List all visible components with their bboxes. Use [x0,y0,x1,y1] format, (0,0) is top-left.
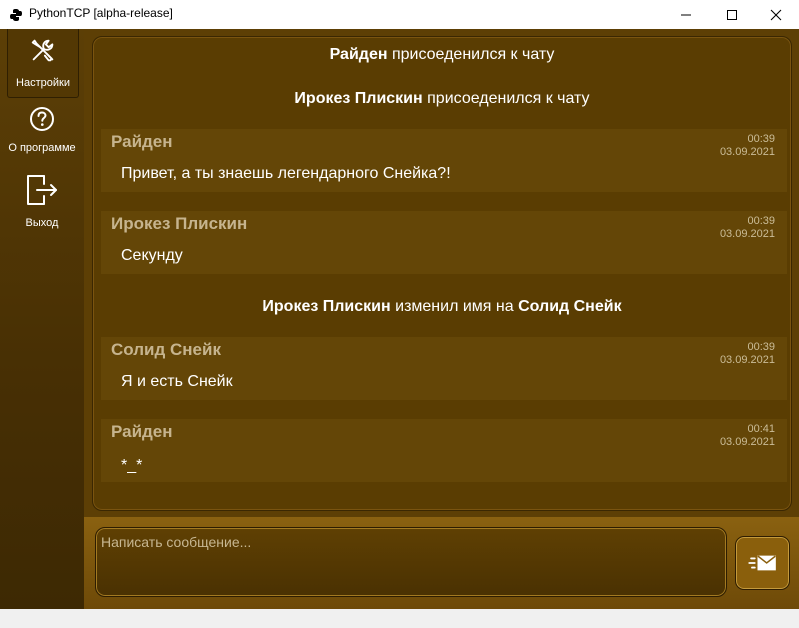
message-time: 00:39 [747,215,775,227]
sidebar-item-label: Настройки [16,77,70,89]
maximize-button[interactable] [709,0,755,29]
message-author: Солид Снейк [111,340,221,359]
message-text: *_* [121,457,143,474]
chat-message: Райден 00:41 03.09.2021 *_* [101,419,787,482]
message-text: Секунду [121,247,183,264]
message-date: 03.09.2021 [719,228,775,240]
sidebar-item-settings[interactable]: Настройки [7,29,79,98]
system-message: Ирокез Плискин изменил имя на Солид Сней… [93,298,791,316]
message-time: 00:39 [747,341,775,353]
message-author: Ирокез Плискин [111,214,248,233]
system-text: присоеденился к чату [427,90,590,107]
message-input-placeholder: Написать сообщение... [101,534,252,550]
message-timestamp: 00:39 03.09.2021 [720,215,775,241]
wrench-screwdriver-icon [31,39,54,62]
window-title: PythonTCP [alpha-release] [29,6,173,20]
message-date: 03.09.2021 [719,436,775,448]
system-user-name: Ирокез Плискин [262,298,391,315]
composer-bar: Написать сообщение... [84,517,799,609]
send-mail-icon [747,555,776,571]
message-author: Райден [111,422,173,441]
message-timestamp: 00:41 03.09.2021 [720,423,775,449]
message-input[interactable]: Написать сообщение... [95,527,727,597]
system-new-name: Солид Снейк [518,298,622,315]
message-text: Привет, а ты знаешь легендарного Снейка?… [121,165,451,182]
sidebar-item-label: Выход [25,217,59,229]
sidebar-item-label: О программе [8,142,76,154]
chat-message: Ирокез Плискин 00:39 03.09.2021 Секунду [101,211,787,274]
message-text: Я и есть Снейк [121,373,233,390]
sidebar: Настройки О программе Выход [0,29,84,609]
system-user-name: Ирокез Плискин [294,90,423,107]
window-bottom-edge [0,609,799,628]
python-icon [9,7,23,21]
question-circle-icon [30,107,54,131]
minimize-button[interactable] [663,0,709,29]
maximize-icon [727,9,737,20]
message-time: 00:39 [747,133,775,145]
close-icon [770,9,782,20]
close-button[interactable] [753,0,799,29]
chat-message: Райден 00:39 03.09.2021 Привет, а ты зна… [101,129,787,192]
message-date: 03.09.2021 [719,354,775,366]
message-timestamp: 00:39 03.09.2021 [720,133,775,159]
title-bar: PythonTCP [alpha-release] [0,0,799,29]
message-author: Райден [111,132,173,151]
message-time: 00:41 [747,423,775,435]
main-area: Райден присоеденился к чату Ирокез Плиск… [84,29,799,609]
send-button[interactable] [735,536,790,590]
logout-icon [27,175,57,205]
system-message: Райден присоеденился к чату [93,46,791,64]
message-timestamp: 00:39 03.09.2021 [720,341,775,367]
minimize-icon [681,14,691,15]
chat-history[interactable]: Райден присоеденился к чату Ирокез Плиск… [92,36,792,511]
chat-message: Солид Снейк 00:39 03.09.2021 Я и есть Сн… [101,337,787,400]
sidebar-item-exit[interactable]: Выход [0,172,84,229]
system-message: Ирокез Плискин присоеденился к чату [93,90,791,108]
system-text: изменил имя на [395,298,514,315]
sidebar-item-about[interactable]: О программе [0,106,84,154]
message-date: 03.09.2021 [719,146,775,158]
system-user-name: Райден [329,46,388,63]
system-text: присоеденился к чату [391,46,555,63]
